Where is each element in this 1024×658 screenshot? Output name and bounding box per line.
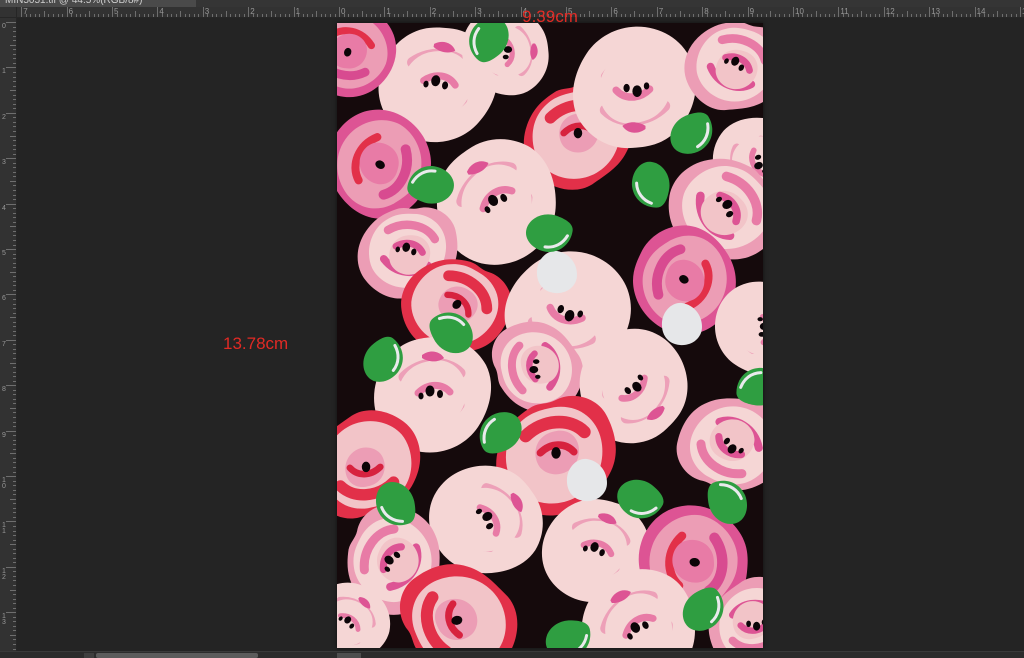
height-measurement-label: 13.78cm	[223, 335, 288, 352]
vertical-ruler[interactable]: 01234567891 01 11 21 3	[0, 18, 17, 651]
width-measurement-label: 9.39cm	[522, 8, 578, 25]
photoshop-workspace: MIN5051.tif @ 44.5%(RGB/8#) 765432101234…	[0, 0, 1024, 658]
document-tab-title: MIN5051.tif @ 44.5%(RGB/8#)	[5, 0, 142, 6]
bottom-bar	[0, 651, 1024, 658]
document-tab-bar: MIN5051.tif @ 44.5%(RGB/8#)	[0, 0, 1024, 7]
app-icon[interactable]	[84, 653, 94, 658]
document-tab[interactable]: MIN5051.tif @ 44.5%(RGB/8#)	[0, 0, 196, 7]
window-button[interactable]	[337, 653, 361, 658]
floral-pattern-image	[337, 23, 763, 648]
document-canvas[interactable]	[337, 23, 763, 648]
search-field[interactable]	[96, 653, 258, 658]
horizontal-ruler[interactable]: 76543210123456789101112131415	[17, 7, 1024, 18]
ruler-origin-corner[interactable]	[0, 7, 17, 18]
